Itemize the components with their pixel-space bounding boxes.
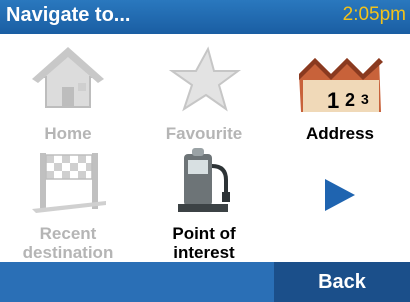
home-icon [0,40,136,120]
next-page-button[interactable] [272,140,408,268]
point-of-interest-button[interactable]: Point of interest [136,140,272,268]
svg-text:1: 1 [327,88,339,113]
gas-pump-icon [136,140,272,220]
clock: 2:05pm [342,4,406,25]
recent-destination-button[interactable]: Recent destination [0,140,136,268]
screen-title: Navigate to... [6,4,131,26]
point-of-interest-label: Point of interest [172,224,236,262]
navigate-to-screen: Navigate to... 2:05pm Home Favourite 1 2… [0,0,410,302]
star-icon [136,40,272,120]
title-bar: Navigate to... 2:05pm [0,0,410,34]
next-arrow-icon [272,140,408,250]
recent-destination-label: Recent destination [22,224,114,262]
checkered-flag-icon [0,140,136,220]
svg-text:3: 3 [361,91,369,107]
svg-text:2: 2 [345,90,355,110]
address-houses-icon: 1 2 3 [272,40,408,120]
back-button[interactable]: Back [274,262,410,302]
